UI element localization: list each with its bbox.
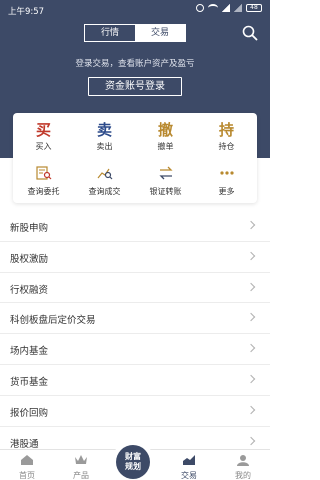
wealth-planning-badge: 财富 规划 — [116, 445, 150, 479]
menu-label: 港股通 — [10, 438, 39, 450]
tab-market[interactable]: 行情 — [85, 25, 135, 41]
tab-trade-label: 交易 — [181, 471, 197, 480]
battery-icon: 48 — [246, 4, 262, 12]
query-orders-button[interactable]: 查询委托 — [13, 165, 74, 197]
cancel-order-button[interactable]: 撤 撤单 — [135, 121, 196, 152]
fund-account-login-button[interactable]: 资金账号登录 — [88, 77, 182, 96]
menu-exercise-financing[interactable]: 行权融资 — [0, 273, 270, 304]
status-bar: 上午9:57 48 — [0, 0, 270, 20]
more-button[interactable]: 更多 — [196, 165, 257, 197]
chevron-right-icon — [246, 313, 256, 322]
sell-label: 卖出 — [96, 142, 113, 151]
sell-button[interactable]: 卖 卖出 — [74, 121, 135, 152]
tab-trade[interactable]: 交易 — [135, 25, 185, 41]
sell-char: 卖 — [96, 121, 112, 139]
tab-mine[interactable]: 我的 — [216, 454, 270, 480]
menu-exchange-funds[interactable]: 场内基金 — [0, 334, 270, 365]
chevron-right-icon — [246, 436, 256, 445]
menu-label: 新股申购 — [10, 223, 49, 234]
trade-chart-icon — [183, 455, 195, 465]
menu-label: 科创板盘后定价交易 — [10, 315, 96, 327]
trade-function-card: 买 买入 卖 卖出 撤 撤单 持 持仓 查询委托 查询成交 银证转账 更多 — [13, 113, 257, 203]
wealth-planning-line2: 规划 — [125, 462, 141, 471]
search-icon[interactable] — [242, 25, 258, 41]
menu-quoted-repo[interactable]: 报价回购 — [0, 396, 270, 427]
buy-label: 买入 — [35, 142, 52, 151]
menu-label: 行权融资 — [10, 284, 49, 296]
wifi-icon — [208, 4, 218, 12]
status-time: 上午9:57 — [8, 7, 45, 17]
tab-home-label: 首页 — [19, 471, 35, 480]
wealth-planning-line1: 财富 — [125, 452, 141, 461]
menu-equity-incentive[interactable]: 股权激励 — [0, 242, 270, 273]
positions-char: 持 — [218, 121, 234, 139]
user-icon — [237, 455, 249, 466]
chevron-right-icon — [246, 220, 256, 230]
signal-icon — [222, 4, 230, 12]
menu-label: 货币基金 — [10, 376, 49, 388]
menu-ipo-subscription[interactable]: 新股申购 — [0, 211, 270, 242]
tab-trade-bottom[interactable]: 交易 — [162, 454, 216, 480]
alarm-icon — [196, 4, 204, 12]
menu-star-market-after-hours[interactable]: 科创板盘后定价交易 — [0, 303, 270, 335]
menu-label: 报价回购 — [10, 407, 49, 419]
menu-money-funds[interactable]: 货币基金 — [0, 365, 270, 396]
tab-products[interactable]: 产品 — [54, 454, 108, 480]
query-deals-label: 查询成交 — [88, 187, 121, 196]
wealth-planning-button[interactable]: 财富 规划 — [111, 441, 155, 479]
login-hint: 登录交易，查看账户资产及盈亏 — [75, 59, 195, 69]
bank-transfer-label: 银证转账 — [149, 187, 182, 196]
bank-transfer-button[interactable]: 银证转账 — [135, 165, 196, 197]
tab-home[interactable]: 首页 — [0, 454, 54, 480]
buy-button[interactable]: 买 买入 — [13, 121, 74, 152]
trade-menu-list: 新股申购 股权激励 行权融资 科创板盘后定价交易 场内基金 货币基金 报价回购 … — [0, 211, 270, 458]
more-label: 更多 — [218, 187, 235, 196]
positions-label: 持仓 — [218, 142, 235, 151]
tab-products-label: 产品 — [73, 471, 89, 480]
signal-secondary-icon — [234, 4, 242, 12]
menu-label: 股权激励 — [10, 253, 49, 265]
chevron-right-icon — [246, 405, 256, 415]
query-orders-label: 查询委托 — [27, 187, 60, 196]
cancel-label: 撤单 — [157, 142, 174, 151]
chevron-right-icon — [246, 343, 256, 353]
more-dots-icon — [219, 171, 234, 175]
status-icons: 48 — [196, 4, 262, 12]
chevron-right-icon — [246, 374, 256, 384]
market-trade-tabs: 行情 交易 — [84, 24, 186, 42]
crown-icon — [75, 455, 87, 464]
menu-label: 场内基金 — [10, 346, 49, 358]
chevron-right-icon — [246, 251, 256, 261]
transfer-icon — [158, 166, 173, 180]
search-list-icon — [35, 166, 51, 180]
positions-button[interactable]: 持 持仓 — [196, 121, 257, 152]
home-icon — [21, 455, 33, 465]
query-deals-button[interactable]: 查询成交 — [74, 165, 135, 197]
tab-mine-label: 我的 — [235, 471, 251, 480]
chevron-right-icon — [246, 282, 256, 291]
chart-search-icon — [97, 168, 112, 180]
cancel-char: 撤 — [157, 121, 173, 139]
buy-char: 买 — [35, 121, 51, 139]
